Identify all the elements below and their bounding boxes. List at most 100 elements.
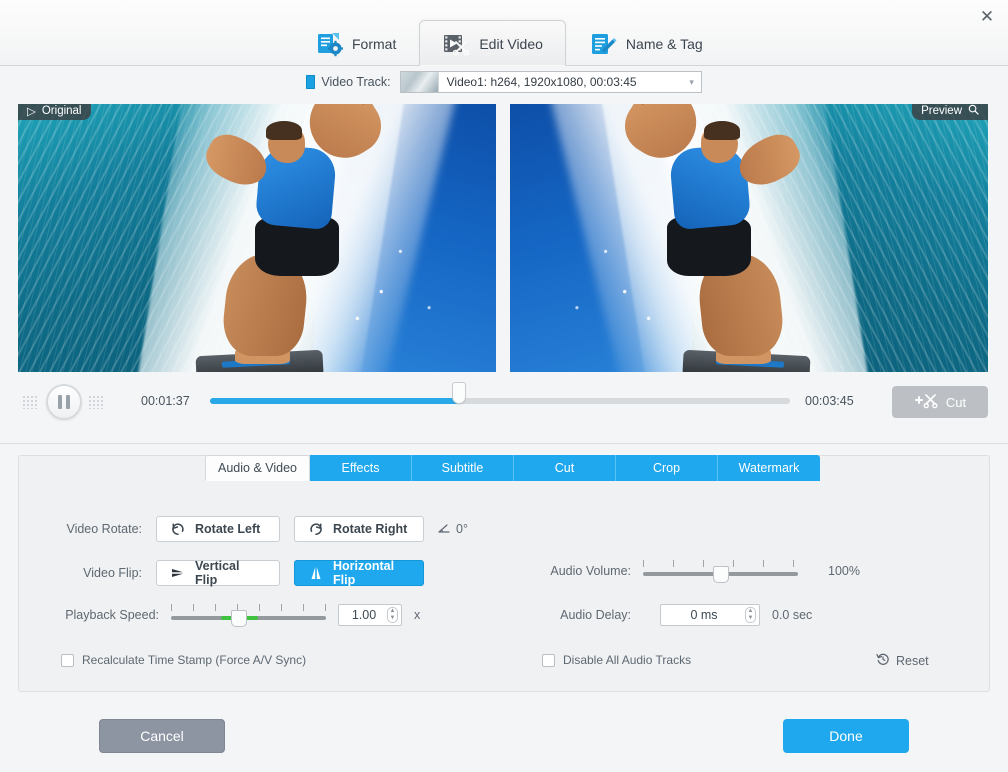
preview-label: Preview (921, 105, 962, 117)
checkbox-icon (61, 653, 74, 667)
top-tabs: Format Edit Video Name & Tag (292, 10, 726, 67)
tab-cut[interactable]: Cut (514, 455, 616, 481)
horizontal-flip-label: Horizontal Flip (333, 559, 395, 587)
disable-audio-tracks-checkbox[interactable]: Disable All Audio Tracks (542, 653, 691, 667)
footer-bar: Cancel Done (0, 700, 1008, 772)
audio-volume-value: 100% (828, 564, 860, 578)
rotate-right-label: Rotate Right (333, 522, 408, 536)
video-flip-row: Video Flip: Vertical Flip Horizontal Fli… (37, 559, 424, 587)
tab-watermark[interactable]: Watermark (718, 455, 820, 481)
audio-volume-label: Audio Volume: (550, 564, 631, 578)
audio-volume-slider[interactable] (643, 560, 798, 583)
cancel-button[interactable]: Cancel (99, 719, 225, 753)
audio-delay-row: Audio Delay: 0 ms ▲ ▼ 0.0 sec (523, 604, 812, 626)
surfer-figure (195, 104, 392, 372)
reset-label: Reset (896, 653, 929, 668)
recalculate-timestamp-label: Recalculate Time Stamp (Force A/V Sync) (82, 653, 307, 667)
audio-delay-label: Audio Delay: (560, 608, 631, 622)
original-label-pill: ▷ Original (18, 104, 91, 120)
tab-format-label: Format (352, 35, 397, 52)
preview-video-pane[interactable]: Preview (510, 104, 988, 372)
tab-name-tag[interactable]: Name & Tag (566, 20, 726, 66)
horizontal-flip-icon (309, 566, 323, 580)
video-track-row: Video Track: Video1: h264, 1920x1080, 00… (0, 66, 1008, 98)
video-rotate-label: Video Rotate: (66, 522, 142, 536)
play-triangle-icon: ▷ (27, 106, 36, 118)
tab-effects[interactable]: Effects (310, 455, 412, 481)
audio-delay-input[interactable]: 0 ms ▲ ▼ (660, 604, 760, 626)
cut-button[interactable]: Cut (892, 386, 988, 418)
checkbox-icon (542, 653, 555, 667)
tab-audio-video[interactable]: Audio & Video (205, 455, 310, 481)
rotate-right-button[interactable]: Rotate Right (294, 516, 424, 542)
total-time: 00:03:45 (805, 394, 854, 408)
panel-divider (0, 443, 1008, 444)
transport-bar: 00:01:37 00:03:45 Cut (0, 378, 1008, 426)
current-time: 00:01:37 (141, 394, 190, 408)
progress-slider[interactable] (210, 382, 790, 404)
video-track-thumbnail (400, 72, 439, 92)
grip-dots-right-icon (88, 395, 104, 409)
rotate-left-button[interactable]: Rotate Left (156, 516, 280, 542)
playback-speed-label: Playback Speed: (65, 608, 159, 622)
rotate-cw-icon (309, 522, 323, 536)
document-pencil-icon (589, 30, 617, 58)
rotate-left-label: Rotate Left (195, 522, 261, 536)
surfer-figure-preview (614, 104, 811, 372)
recalculate-timestamp-checkbox[interactable]: Recalculate Time Stamp (Force A/V Sync) (61, 653, 306, 667)
playback-speed-ticks (171, 604, 326, 611)
tab-edit-video-label: Edit Video (479, 35, 543, 52)
tab-crop[interactable]: Crop (616, 455, 718, 481)
rotate-ccw-icon (171, 522, 185, 536)
video-flip-label: Video Flip: (83, 566, 142, 580)
reset-clock-icon (876, 652, 890, 669)
playback-speed-unit: x (414, 608, 421, 622)
original-video-frame (18, 104, 496, 372)
original-label: Original (41, 105, 82, 117)
video-track-label: Video Track: (321, 75, 391, 89)
surfer-hair-preview (704, 121, 740, 141)
done-button[interactable]: Done (783, 719, 909, 753)
video-track-select[interactable]: Video1: h264, 1920x1080, 00:03:45 ▾ (399, 71, 702, 93)
video-track-label-group: Video Track: (306, 75, 391, 89)
vertical-flip-label: Vertical Flip (195, 559, 240, 587)
audio-volume-row: Audio Volume: 100% (523, 560, 860, 583)
horizontal-flip-button[interactable]: Horizontal Flip (294, 559, 424, 587)
playback-speed-stepper[interactable]: ▲ ▼ (387, 607, 398, 623)
audio-delay-stepper[interactable]: ▲ ▼ (745, 607, 756, 623)
play-pause-button[interactable] (46, 384, 82, 420)
tab-subtitle[interactable]: Subtitle (412, 455, 514, 481)
vertical-flip-icon (171, 566, 185, 580)
video-rotate-row: Video Rotate: Rotate Left Rotate Right 0… (37, 516, 468, 542)
close-icon[interactable]: ✕ (972, 2, 1002, 30)
edit-panel-tabs: Audio & Video Effects Subtitle Cut Crop … (205, 455, 820, 481)
top-tab-bar: Format Edit Video Name & Tag ✕ (0, 0, 1008, 67)
surfer-hair (266, 121, 302, 141)
audio-video-form: Video Rotate: Rotate Left Rotate Right 0… (19, 482, 989, 692)
magnifier-icon[interactable] (968, 104, 979, 118)
edit-panel: Audio & Video Effects Subtitle Cut Crop … (18, 455, 990, 692)
reset-button[interactable]: Reset (876, 652, 929, 669)
playhead-handle[interactable] (452, 382, 467, 404)
tab-edit-video[interactable]: Edit Video (419, 20, 566, 67)
playback-speed-handle[interactable] (231, 610, 248, 627)
preview-video-frame (510, 104, 988, 372)
chevron-down-icon[interactable]: ▾ (683, 77, 701, 88)
grip-dots-left-icon (22, 395, 38, 409)
disable-audio-tracks-label: Disable All Audio Tracks (563, 653, 692, 667)
format-gear-icon (315, 30, 344, 58)
video-track-icon (306, 75, 316, 89)
playback-speed-input[interactable]: 1.00 ▲ ▼ (338, 604, 402, 626)
film-scissors-icon (442, 30, 470, 58)
vertical-flip-button[interactable]: Vertical Flip (156, 559, 280, 587)
audio-volume-handle[interactable] (712, 566, 729, 583)
rotation-angle-readout: 0° (438, 522, 468, 537)
tab-format[interactable]: Format (292, 20, 419, 66)
playback-speed-slider[interactable] (171, 604, 326, 627)
video-track-selected-value: Video1: h264, 1920x1080, 00:03:45 (446, 75, 637, 89)
playback-speed-row: Playback Speed: 1.00 ▲ ▼ x (37, 604, 421, 627)
preview-label-pill: Preview (912, 104, 988, 120)
original-video-pane[interactable]: ▷ Original (18, 104, 496, 372)
audio-delay-seconds: 0.0 sec (772, 608, 813, 622)
angle-value: 0° (456, 522, 468, 536)
